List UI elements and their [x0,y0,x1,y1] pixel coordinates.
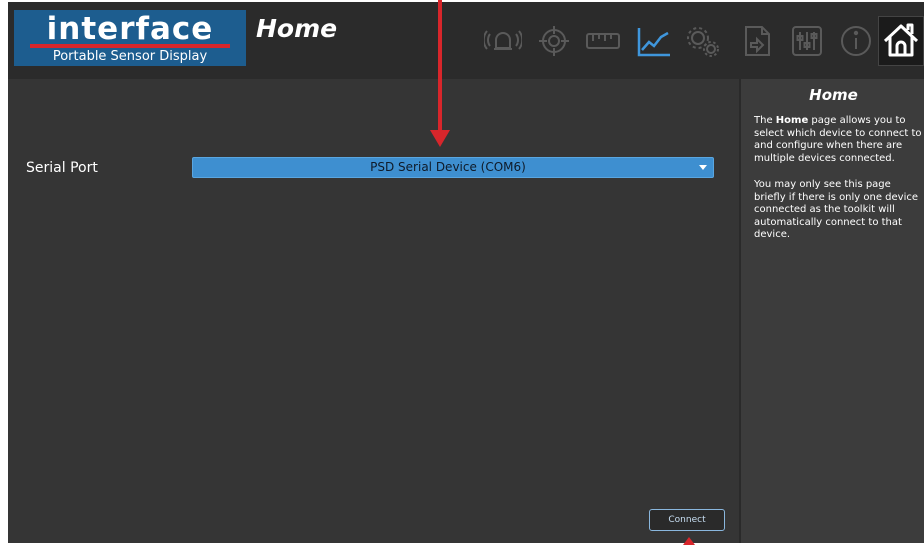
chart-icon[interactable] [635,22,673,60]
logo-wordmark: interface [46,11,214,47]
home-icon[interactable] [878,16,924,66]
page-title: Home [256,14,338,43]
help-p1-pre: The [754,115,776,126]
logo-subtitle: Portable Sensor Display [52,49,208,64]
help-paragraph-1: The Home page allows you to select which… [754,115,922,165]
serial-port-value: PSD Serial Device (COM6) [370,160,526,174]
help-paragraph-2: You may only see this page briefly if th… [754,179,919,240]
ruler-icon[interactable] [584,22,622,60]
chevron-down-icon [699,165,707,170]
annotation-arrow-head-bottom [683,537,695,545]
alarm-icon[interactable] [484,22,522,60]
header-bar: interface Portable Sensor Display Home [8,2,924,79]
serial-port-dropdown[interactable]: PSD Serial Device (COM6) [192,157,714,178]
annotation-arrow-head [430,130,450,147]
sliders-icon[interactable] [788,22,826,60]
main-panel: Serial Port PSD Serial Device (COM6) Con… [8,79,739,543]
interface-logo: interface Portable Sensor Display [14,10,246,66]
connect-button[interactable]: Connect [649,509,725,531]
help-p1-bold: Home [775,115,809,126]
gears-icon[interactable] [684,22,722,60]
help-panel: Home The Home page allows you to select … [739,79,924,543]
annotation-arrow-shaft [438,0,442,130]
info-icon[interactable] [837,22,875,60]
serial-port-label: Serial Port [26,160,98,176]
target-icon[interactable] [535,22,573,60]
logo-red-bar [30,44,230,48]
file-icon[interactable] [738,22,776,60]
help-title: Home [809,86,858,104]
application-window: interface Portable Sensor Display Home S… [8,2,924,543]
